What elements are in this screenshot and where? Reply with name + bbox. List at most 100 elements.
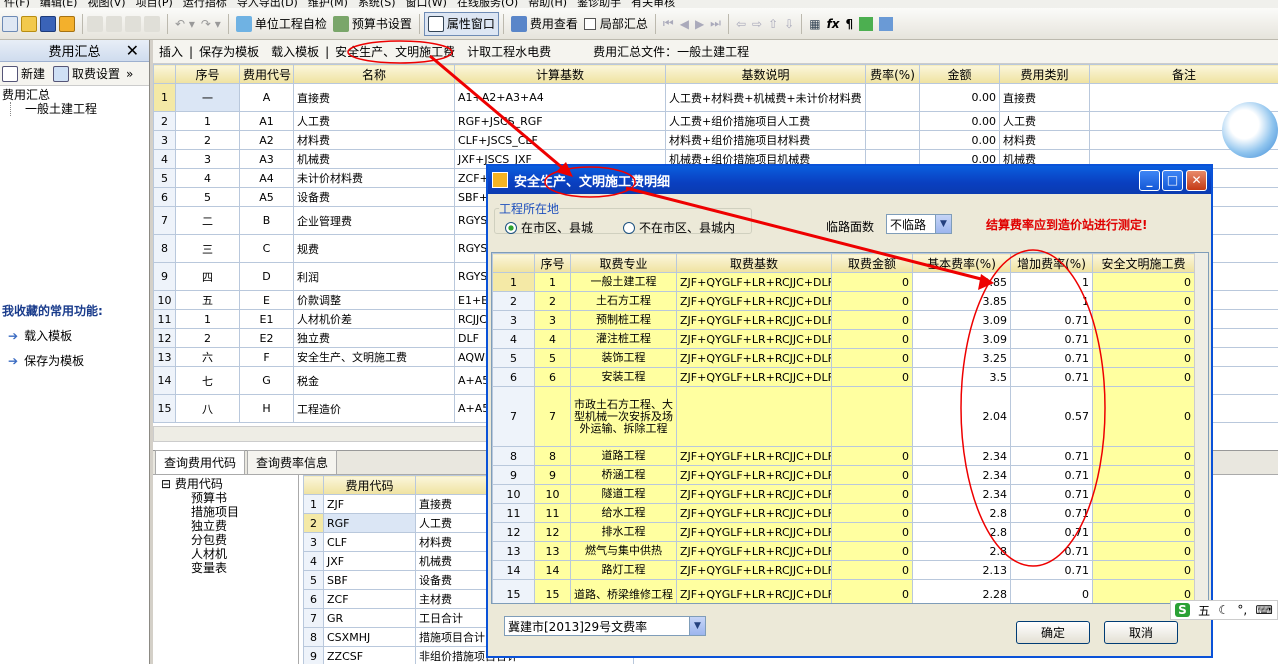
cell-add[interactable]: 0.71 — [1010, 348, 1093, 368]
cell-n[interactable]: 4 — [492, 329, 535, 349]
cell-name[interactable]: 价款调整 — [293, 290, 455, 310]
cell-n[interactable]: 3 — [303, 532, 324, 552]
cell-major[interactable]: 隧道工程 — [570, 484, 677, 504]
col-header-type[interactable]: 费用类别 — [999, 64, 1090, 84]
col-header-code[interactable]: 费用代号 — [239, 64, 294, 84]
cell-seq[interactable]: 4 — [175, 168, 240, 188]
cell-seq[interactable]: 5 — [175, 187, 240, 207]
cell-code[interactable]: B — [239, 206, 294, 235]
move-left-icon[interactable]: ⇦ — [733, 12, 749, 36]
cell-code[interactable]: RGF — [323, 513, 416, 533]
expand-icon[interactable]: » — [126, 67, 133, 81]
ok-button[interactable]: 确定 — [1016, 621, 1090, 644]
cell-fee[interactable]: 0 — [1092, 310, 1195, 330]
tree-item[interactable]: 人材机 — [191, 547, 290, 561]
cell-n[interactable]: 9 — [492, 465, 535, 485]
cell-fee[interactable]: 0 — [1092, 446, 1195, 466]
cell-base[interactable]: ZJF+QYGLF+LR+RCJJC+DLF+GF — [676, 329, 832, 349]
paste-icon[interactable] — [125, 15, 141, 32]
cell-code[interactable]: ZCF — [323, 589, 416, 609]
punctuation-icon[interactable]: °, — [1237, 603, 1247, 617]
col-header-name[interactable]: 名称 — [293, 64, 455, 84]
col-header-base[interactable]: 取费基数 — [676, 253, 832, 273]
cell-basic[interactable]: 2.34 — [912, 465, 1011, 485]
cell-major[interactable]: 给水工程 — [570, 503, 677, 523]
safety-fee-button[interactable]: 安全生产、文明施工费 — [329, 43, 461, 60]
cell-major[interactable]: 预制桩工程 — [570, 310, 677, 330]
cell-n[interactable]: 7 — [492, 386, 535, 447]
cell-add[interactable]: 0.71 — [1010, 560, 1093, 580]
table-row[interactable]: 44灌注桩工程ZJF+QYGLF+LR+RCJJC+DLF+GF03.090.7… — [492, 329, 1195, 349]
col-header-safety-fee[interactable]: 安全文明施工费 — [1092, 253, 1195, 273]
partial-summary-toggle[interactable]: 局部汇总 — [581, 12, 651, 36]
tab-query-fee-code[interactable]: 查询费用代码 — [155, 450, 246, 474]
cell-seq[interactable]: 3 — [175, 149, 240, 169]
cell-code[interactable]: E — [239, 290, 294, 310]
maximize-icon[interactable]: □ — [1162, 170, 1183, 191]
open-folder-icon[interactable] — [21, 15, 37, 32]
cell-base[interactable]: ZJF+QYGLF+LR+RCJJC+DLF+GF — [676, 503, 832, 523]
cell-basic[interactable]: 3.09 — [912, 310, 1011, 330]
cell-basic[interactable]: 2.34 — [912, 446, 1011, 466]
cell-n[interactable]: 6 — [492, 367, 535, 387]
delete-icon[interactable] — [144, 15, 160, 32]
tree-root[interactable]: 费用汇总 — [2, 88, 147, 102]
cell-seq[interactable]: 13 — [534, 541, 571, 561]
cell-basic[interactable]: 2.8 — [912, 541, 1011, 561]
cell-base[interactable]: ZJF+QYGLF+LR+RCJJC+DLF+GF — [676, 291, 832, 311]
cell-name[interactable]: 未计价材料费 — [293, 168, 455, 188]
cell-seq[interactable]: 6 — [534, 367, 571, 387]
cell-amt[interactable]: 0 — [831, 446, 913, 466]
cell-n[interactable]: 15 — [153, 394, 176, 423]
cell-add[interactable]: 0.71 — [1010, 310, 1093, 330]
cell-amt[interactable]: 0 — [831, 465, 913, 485]
cell-amt[interactable]: 0.00 — [919, 83, 1000, 112]
cell-fee[interactable]: 0 — [1092, 465, 1195, 485]
cell-name[interactable]: 利润 — [293, 262, 455, 291]
cell-n[interactable]: 7 — [303, 608, 324, 628]
cell-n[interactable]: 14 — [492, 560, 535, 580]
col-header-seq[interactable]: 序号 — [534, 253, 571, 273]
cell-n[interactable]: 1 — [153, 83, 176, 112]
nav-first-icon[interactable]: ⏮ — [660, 12, 677, 36]
cell-code[interactable]: A — [239, 83, 294, 112]
rate-document-select[interactable]: 冀建市[2013]29号文费率 ▼ — [504, 616, 706, 636]
cell-n[interactable]: 13 — [492, 541, 535, 561]
cell-fee[interactable]: 0 — [1092, 484, 1195, 504]
cell-fee[interactable]: 0 — [1092, 367, 1195, 387]
cell-amt[interactable]: 0.00 — [919, 130, 1000, 150]
cell-desc[interactable]: 材料费+组价措施项目材料费 — [665, 130, 866, 150]
assistant-logo-icon[interactable] — [1222, 102, 1278, 158]
col-header-fee-code[interactable]: 费用代码 — [323, 475, 416, 495]
cell-amt[interactable]: 0 — [831, 541, 913, 561]
menu-item[interactable]: 窗口(W) — [406, 0, 447, 8]
menu-item[interactable]: 帮助(H) — [528, 0, 567, 8]
calculator-icon[interactable]: ▦ — [806, 12, 823, 36]
table-row[interactable]: 1010隧道工程ZJF+QYGLF+LR+RCJJC+DLF+GF02.340.… — [492, 484, 1195, 504]
cell-seq[interactable]: 12 — [534, 522, 571, 542]
cell-amt[interactable]: 0 — [831, 367, 913, 387]
cell-name[interactable]: 工程造价 — [293, 394, 455, 423]
cell-n[interactable]: 9 — [153, 262, 176, 291]
cell-fee[interactable]: 0 — [1092, 541, 1195, 561]
formula-icon[interactable]: fx — [824, 12, 843, 36]
redo-icon[interactable]: ↷ ▾ — [198, 12, 224, 36]
cell-seq[interactable]: 二 — [175, 206, 240, 235]
menu-item[interactable]: 有关审核 — [631, 0, 675, 8]
col-header-major[interactable]: 取费专业 — [570, 253, 677, 273]
cell-seq[interactable]: 15 — [534, 579, 571, 603]
tree-item[interactable]: 独立费 — [191, 519, 290, 533]
horizontal-scrollbar[interactable] — [153, 426, 493, 442]
menu-item[interactable]: 项目(P) — [136, 0, 173, 8]
col-header-add-rate[interactable]: 增加费率(%) — [1010, 253, 1093, 273]
cell-add[interactable]: 1 — [1010, 272, 1093, 292]
cell-n[interactable]: 4 — [153, 149, 176, 169]
cell-seq[interactable]: 5 — [534, 348, 571, 368]
cell-n[interactable]: 14 — [153, 366, 176, 395]
cell-seq[interactable]: 1 — [175, 111, 240, 131]
fee-view-button[interactable]: 费用查看 — [508, 12, 581, 36]
menu-item[interactable]: 在线服务(O) — [457, 0, 518, 8]
cell-major[interactable]: 一般土建工程 — [570, 272, 677, 292]
radio-in-city[interactable]: 在市区、县城 — [505, 219, 593, 236]
cell-seq[interactable]: 五 — [175, 290, 240, 310]
